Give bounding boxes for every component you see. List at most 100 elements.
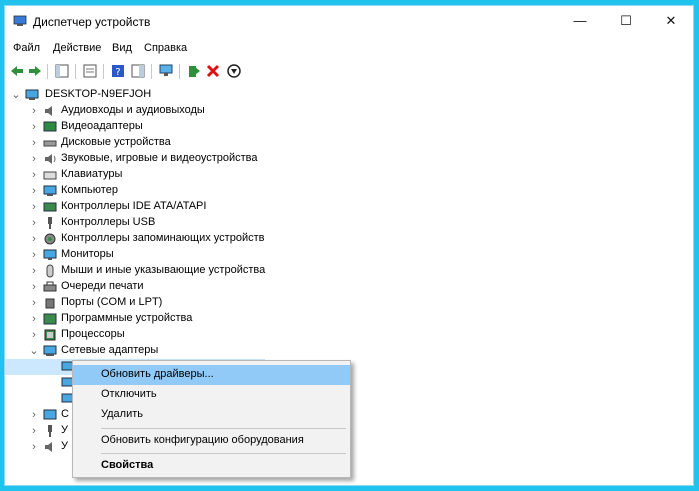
menu-separator bbox=[101, 428, 346, 429]
collapsed-chevron-icon[interactable]: › bbox=[29, 103, 39, 119]
collapsed-chevron-icon[interactable]: › bbox=[29, 167, 39, 183]
port-icon bbox=[45, 298, 55, 309]
back-arrow-icon[interactable] bbox=[9, 63, 25, 79]
expanded-chevron-icon[interactable]: ⌄ bbox=[29, 343, 39, 359]
root-label: DESKTOP-N9EFJOH bbox=[45, 88, 152, 100]
disk-drive-icon bbox=[43, 140, 57, 147]
collapsed-chevron-icon[interactable]: › bbox=[29, 199, 39, 215]
context-menu: Обновить драйверы... Отключить Удалить О… bbox=[72, 360, 351, 478]
tree-item-network-adapters[interactable]: ⌄ Сетевые адаптеры bbox=[5, 343, 405, 359]
tree-item-label: У bbox=[61, 424, 68, 436]
monitor-icon bbox=[43, 249, 57, 260]
tree-item-software-devices[interactable]: › Программные устройства bbox=[5, 311, 405, 327]
menu-item-label: Обновить конфигурацию оборудования bbox=[101, 434, 304, 446]
update-driver-menu-item[interactable]: Обновить драйверы... bbox=[73, 365, 350, 385]
collapsed-chevron-icon[interactable]: › bbox=[29, 215, 39, 231]
show-hide-console-tree-icon[interactable] bbox=[54, 63, 70, 79]
tree-item-processors[interactable]: › Процессоры bbox=[5, 327, 405, 343]
tree-item-label: Мыши и иные указывающие устройства bbox=[61, 264, 266, 276]
close-button[interactable]: ✕ bbox=[648, 6, 693, 36]
toolbar-separator bbox=[179, 64, 180, 79]
tree-item-usb-controllers[interactable]: › Контроллеры USB bbox=[5, 215, 405, 231]
tree-item-label: Клавиатуры bbox=[61, 168, 123, 180]
help-icon[interactable]: ? bbox=[110, 63, 126, 79]
tree-item-mice[interactable]: › Мыши и иные указывающие устройства bbox=[5, 263, 405, 279]
properties-menu-item[interactable]: Свойства bbox=[73, 456, 350, 476]
keyboard-icon bbox=[43, 171, 57, 180]
tree-item-storage-controllers[interactable]: › Контроллеры запоминающих устройств bbox=[5, 231, 405, 247]
action-pane-icon[interactable] bbox=[130, 63, 146, 79]
collapsed-chevron-icon[interactable]: › bbox=[29, 135, 39, 151]
tree-item-computer[interactable]: › Компьютер bbox=[5, 183, 405, 199]
menu-help[interactable]: Справка bbox=[144, 42, 187, 54]
speaker-icon bbox=[45, 106, 52, 116]
uninstall-device-menu-item[interactable]: Удалить bbox=[73, 405, 350, 425]
collapsed-chevron-icon[interactable]: › bbox=[29, 279, 39, 295]
toolbar-separator bbox=[75, 64, 76, 79]
disable-device-menu-item[interactable]: Отключить bbox=[73, 385, 350, 405]
tree-item-sound[interactable]: › Звуковые, игровые и видеоустройства bbox=[5, 151, 405, 167]
tree-root[interactable]: ⌄ DESKTOP-N9EFJOH bbox=[5, 87, 405, 103]
audio-device-icon bbox=[45, 442, 52, 452]
computer-icon bbox=[43, 185, 57, 196]
maximize-button[interactable]: ☐ bbox=[603, 6, 649, 36]
collapsed-chevron-icon[interactable]: › bbox=[29, 327, 39, 343]
tree-item-ports[interactable]: › Порты (COM и LPT) bbox=[5, 295, 405, 311]
svg-text:?: ? bbox=[115, 67, 120, 78]
expanded-chevron-icon[interactable]: ⌄ bbox=[11, 87, 21, 103]
minimize-button[interactable]: — bbox=[557, 6, 603, 36]
sound-icon bbox=[45, 154, 56, 164]
tree-item-disk-drives[interactable]: › Дисковые устройства bbox=[5, 135, 405, 151]
toolbar: ? bbox=[5, 60, 693, 82]
menu-view[interactable]: Вид bbox=[112, 42, 132, 54]
forward-arrow-icon[interactable] bbox=[27, 63, 43, 79]
menu-action[interactable]: Действие bbox=[53, 42, 101, 54]
collapsed-chevron-icon[interactable]: › bbox=[29, 119, 39, 135]
collapsed-chevron-icon[interactable]: › bbox=[29, 295, 39, 311]
disable-device-icon[interactable] bbox=[226, 63, 242, 79]
network-adapter-icon bbox=[43, 345, 57, 356]
display-adapter-icon bbox=[43, 121, 57, 132]
device-manager-window: Диспетчер устройств — ☐ ✕ Файл Действие … bbox=[4, 5, 694, 486]
collapsed-chevron-icon[interactable]: › bbox=[29, 247, 39, 263]
collapsed-chevron-icon[interactable]: › bbox=[29, 231, 39, 247]
device-manager-app-icon bbox=[13, 15, 27, 26]
collapsed-chevron-icon[interactable]: › bbox=[29, 439, 39, 455]
tree-item-label: С bbox=[61, 408, 69, 420]
computer-icon bbox=[25, 89, 39, 100]
properties-icon[interactable] bbox=[82, 63, 98, 79]
collapsed-chevron-icon[interactable]: › bbox=[29, 151, 39, 167]
menu-file[interactable]: Файл bbox=[13, 42, 40, 54]
tree-item-display-adapters[interactable]: › Видеоадаптеры bbox=[5, 119, 405, 135]
collapsed-chevron-icon[interactable]: › bbox=[29, 407, 39, 423]
remove-device-icon[interactable] bbox=[205, 63, 221, 79]
update-driver-icon[interactable] bbox=[186, 63, 202, 79]
window-title: Диспетчер устройств bbox=[33, 15, 151, 29]
collapsed-chevron-icon[interactable]: › bbox=[29, 263, 39, 279]
printer-icon bbox=[43, 281, 57, 292]
processor-icon bbox=[44, 329, 56, 341]
collapsed-chevron-icon[interactable]: › bbox=[29, 311, 39, 327]
menu-item-label: Удалить bbox=[101, 408, 143, 420]
tree-item-print-queues[interactable]: › Очереди печати bbox=[5, 279, 405, 295]
tree-item-audio-io[interactable]: › Аудиовходы и аудиовыходы bbox=[5, 103, 405, 119]
collapsed-chevron-icon[interactable]: › bbox=[29, 183, 39, 199]
menu-separator bbox=[101, 453, 346, 454]
tree-item-ide-controllers[interactable]: › Контроллеры IDE ATA/ATAPI bbox=[5, 199, 405, 215]
scan-icon[interactable] bbox=[158, 63, 174, 79]
tree-item-label: Мониторы bbox=[61, 248, 114, 260]
tree-item-label: Аудиовходы и аудиовыходы bbox=[61, 104, 205, 116]
tree-item-label: Звуковые, игровые и видеоустройства bbox=[61, 152, 258, 164]
tree-item-monitors[interactable]: › Мониторы bbox=[5, 247, 405, 263]
scan-hardware-menu-item[interactable]: Обновить конфигурацию оборудования bbox=[73, 431, 350, 451]
tree-item-label: Дисковые устройства bbox=[61, 136, 171, 148]
storage-controller-icon bbox=[44, 233, 56, 245]
menu-item-label: Отключить bbox=[101, 388, 157, 400]
tree-item-keyboards[interactable]: › Клавиатуры bbox=[5, 167, 405, 183]
mouse-icon bbox=[46, 264, 54, 278]
collapsed-chevron-icon[interactable]: › bbox=[29, 423, 39, 439]
usb-device-icon bbox=[48, 425, 52, 437]
tree-item-label: Процессоры bbox=[61, 328, 125, 340]
tree-item-label: Очереди печати bbox=[61, 280, 144, 292]
toolbar-separator bbox=[151, 64, 152, 79]
